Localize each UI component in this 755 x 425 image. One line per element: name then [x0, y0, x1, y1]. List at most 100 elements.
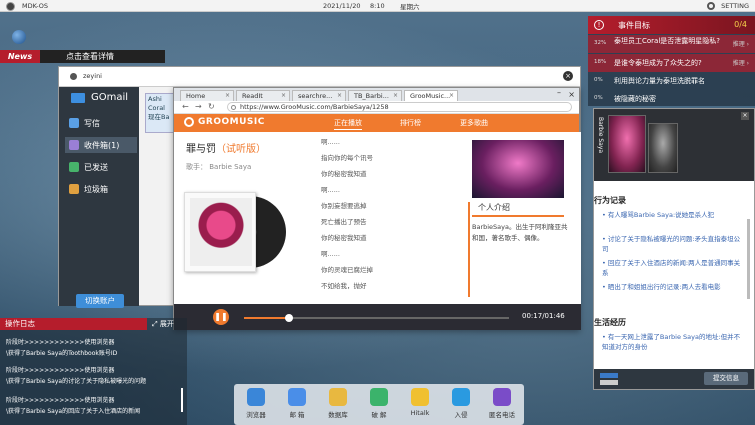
objective-text: 利用舆论力量为泰坦洗脱罪名 — [614, 77, 705, 85]
minimize-icon[interactable]: – — [557, 88, 561, 97]
lyric-line: 啊...... — [321, 186, 340, 194]
log-entry: 阶段时>>>>>>>>>>>>使用浏览器 — [6, 367, 115, 374]
lyric-line: 你别妄想要逃掉 — [321, 202, 367, 210]
song-name: 罪与罚 — [186, 144, 216, 155]
settings-button[interactable]: SETTING — [721, 2, 749, 10]
objective-item[interactable]: 18% 是谁令泰坦成为了众失之的? 推理 › — [588, 54, 755, 72]
news-detail-link[interactable]: 点击查看详情 — [66, 51, 114, 62]
lyric-line: 你的秘密我知道 — [321, 234, 367, 242]
close-tab-icon[interactable]: × — [281, 91, 286, 101]
record-text: 有人曝骂Barbie Saya:说她是杀人犯 — [607, 211, 715, 219]
sidebar-item-trash[interactable]: 垃圾箱 — [65, 181, 137, 197]
gear-icon[interactable] — [707, 2, 715, 10]
intrude-icon — [452, 388, 470, 406]
sidebar-item-sent[interactable]: 已发送 — [65, 159, 137, 175]
tab-groomusic[interactable]: GrooMusic... × — [404, 90, 458, 101]
close-window-icon[interactable]: × — [568, 90, 575, 99]
log-entry: \获得了Barbie Saya的讨论了关于隐私被曝光的问题 — [6, 378, 147, 385]
reload-icon[interactable]: ↻ — [208, 102, 215, 111]
playback-time: 00:17/01:46 — [522, 312, 565, 320]
dock-crack[interactable]: 破 解 — [359, 388, 399, 419]
news-label: News — [7, 52, 33, 61]
intro-text: BarbieSaya。出生于阿利隆亚共和国，著名歌手、偶像。 — [472, 223, 568, 242]
character-tab-label[interactable]: Barbie Saya — [596, 117, 604, 153]
expand-button[interactable]: ⤢ 展开 — [152, 319, 174, 329]
news-banner[interactable]: News 点击查看详情 — [0, 50, 165, 63]
submit-info-button[interactable]: 提交信息 — [704, 372, 748, 385]
character-portrait-alt[interactable] — [648, 123, 678, 173]
close-tab-icon[interactable]: × — [449, 91, 454, 101]
objective-percent: 0% — [594, 77, 603, 83]
groomusic-logo-text: GROOMUSIC — [198, 117, 265, 127]
user-avatar-icon — [70, 73, 77, 80]
progress-knob[interactable] — [285, 314, 294, 322]
progress-track[interactable] — [244, 314, 509, 322]
compose-icon — [69, 118, 79, 128]
objective-item[interactable]: 0% 利用舆论力量为泰坦洗脱罪名 — [588, 72, 755, 90]
mail-list-item[interactable]: Ashi Coral 现在Ba — [145, 93, 175, 133]
behavior-record[interactable]: • 讨论了关于隐私被曝光的问题:矛头直指泰坦公司 — [602, 235, 742, 254]
sidebar-item-label: 写信 — [84, 118, 100, 128]
character-gallery: Barbie Saya × — [594, 109, 754, 181]
dock-hitalk[interactable]: Hitalk — [400, 388, 440, 417]
close-tab-icon[interactable]: × — [225, 91, 230, 101]
switch-account-button[interactable]: 切换账户 — [76, 294, 124, 308]
nav-more-songs[interactable]: 更多歌曲 — [460, 118, 488, 128]
dock-label: 破 解 — [371, 411, 387, 419]
tab-label: searchre... — [298, 92, 333, 100]
crack-icon — [370, 388, 388, 406]
tab-home[interactable]: Home × — [180, 90, 234, 101]
behavior-record[interactable]: • 回应了关于入住酒店的新闻:两人是普通同事关系 — [602, 259, 742, 278]
behavior-record[interactable]: • 晒出了和姐姐出行的记录:两人去看电影 — [602, 283, 742, 293]
forward-arrow-icon[interactable]: → — [195, 102, 202, 111]
pause-button[interactable]: ❚❚ — [213, 309, 229, 325]
deduce-button[interactable]: 推理 › — [733, 58, 749, 67]
song-area: 罪与罚（试听版） 歌手： Barbie Saya 啊...... 指向你的每个讯… — [174, 132, 581, 304]
tab-readit[interactable]: ReadIt × — [236, 90, 290, 101]
os-name: MDK-OS — [22, 1, 48, 10]
nav-now-playing[interactable]: 正在播放 — [334, 118, 362, 130]
artist-photo — [472, 140, 564, 198]
sidebar-item-inbox[interactable]: 收件箱(1) — [65, 137, 137, 153]
dock-intrude[interactable]: 入侵 — [441, 388, 481, 419]
tab-tb-barbie[interactable]: TB_Barbi... × — [348, 90, 402, 101]
dock-label: 邮 箱 — [289, 411, 305, 419]
character-scrollbar[interactable] — [747, 219, 750, 299]
tab-search[interactable]: searchre... × — [292, 90, 346, 101]
system-time: 8:10 — [370, 1, 385, 10]
mail-envelope-icon — [71, 92, 85, 103]
dock-mail[interactable]: 邮 箱 — [277, 388, 317, 419]
close-tab-icon[interactable]: × — [393, 91, 398, 101]
objective-percent: 0% — [594, 95, 603, 101]
objectives-count: 0/4 — [734, 20, 747, 29]
lyrics-scrollbar[interactable] — [468, 202, 470, 297]
log-entry: 阶段时>>>>>>>>>>>>使用浏览器 — [6, 339, 115, 346]
sidebar-item-label: 收件箱(1) — [84, 140, 120, 150]
url-input[interactable]: https://www.GrooMusic.com/BarbieSaya/125… — [227, 102, 572, 112]
sidebar-item-compose[interactable]: 写信 — [65, 115, 137, 131]
back-arrow-icon[interactable]: ← — [182, 102, 189, 111]
character-portrait[interactable] — [608, 115, 646, 173]
close-icon[interactable]: × — [563, 71, 573, 81]
objective-item[interactable]: 0% 被隐藏的秘密 — [588, 90, 755, 108]
music-player-bar: ❚❚ 00:17/01:46 — [174, 304, 581, 330]
mail-header: zeyini × — [59, 67, 580, 87]
dock-database[interactable]: 数据库 — [318, 388, 358, 419]
groomusic-header: GROOMUSIC 正在播放 排行榜 更多歌曲 — [174, 114, 579, 132]
lyric-line: 啊...... — [321, 138, 340, 146]
life-record[interactable]: • 有一天网上泄露了Barbie Saya的地址:但并不知道对方的身份 — [602, 333, 742, 352]
objective-item[interactable]: 32% 泰坦员工Coral是否泄露明星隐私? 推理 › — [588, 35, 755, 53]
alert-icon: ! — [594, 20, 604, 30]
close-tab-icon[interactable]: × — [337, 91, 342, 101]
dock-browser[interactable]: 浏览器 — [236, 388, 276, 419]
log-scrollbar[interactable] — [181, 388, 183, 412]
behavior-record[interactable]: • 有人曝骂Barbie Saya:说她是杀人犯 — [602, 211, 742, 221]
lyric-line: 你的灵魂已腐烂掉 — [321, 266, 373, 274]
dock-anonymous-call[interactable]: 匿名电话 — [482, 388, 522, 419]
lyrics-panel: 啊...... 指向你的每个讯号 你的秘密我知道 啊...... 你别妄想要逃掉… — [321, 132, 461, 304]
groomusic-logo[interactable]: GROOMUSIC — [184, 117, 265, 127]
close-icon[interactable]: × — [741, 112, 749, 120]
database-icon — [329, 388, 347, 406]
deduce-button[interactable]: 推理 › — [733, 39, 749, 48]
nav-charts[interactable]: 排行榜 — [400, 118, 421, 128]
